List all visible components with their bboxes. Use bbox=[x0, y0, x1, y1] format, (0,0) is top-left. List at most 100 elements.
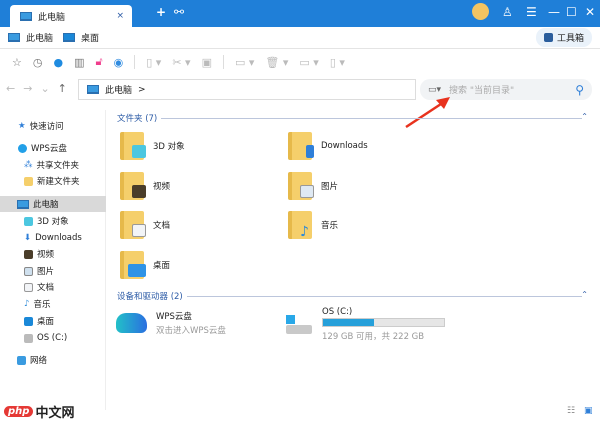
label: Downloads bbox=[35, 233, 82, 243]
maximize-icon[interactable]: ☐ bbox=[566, 5, 577, 19]
document-icon bbox=[24, 282, 33, 292]
breadcrumb-this-pc[interactable]: 此电脑 bbox=[105, 83, 132, 96]
rename-icon[interactable]: ▭ ▾ bbox=[299, 56, 318, 69]
breadcrumb-chevron[interactable]: > bbox=[138, 85, 146, 95]
sidebar-item-desktop[interactable]: 桌面 bbox=[24, 313, 54, 329]
cut-icon[interactable]: ✂ ▾ bbox=[172, 56, 190, 69]
desktop-icon bbox=[63, 33, 76, 42]
device-wps-cloud[interactable]: WPS云盘 双击进入WPS云盘 bbox=[116, 310, 226, 336]
bookmark-this-pc[interactable]: 此电脑 bbox=[26, 31, 53, 44]
label: 桌面 bbox=[37, 317, 55, 327]
sidebar-item-music[interactable]: ♪ 音乐 bbox=[24, 296, 50, 312]
minimize-icon[interactable]: — bbox=[548, 5, 560, 19]
paste-icon[interactable]: ▣ bbox=[202, 56, 212, 69]
folder-label: 图片 bbox=[321, 182, 339, 192]
wps-icon[interactable]: ● bbox=[53, 56, 63, 69]
folder-icon bbox=[24, 176, 33, 186]
copy-icon[interactable]: ▯ ▾ bbox=[146, 56, 161, 69]
toolbox-button[interactable]: 工具箱 bbox=[536, 28, 592, 47]
folder-icon bbox=[288, 132, 314, 160]
cloud-icon bbox=[18, 143, 27, 153]
drive-usage-fill bbox=[323, 319, 374, 326]
star-icon: ★ bbox=[18, 121, 26, 131]
sidebar-item-new-folder[interactable]: 新建文件夹 bbox=[24, 173, 80, 189]
folder-label: Downloads bbox=[321, 141, 368, 151]
bookmark-desktop[interactable]: 桌面 bbox=[81, 31, 99, 44]
sidebar-item-pictures[interactable]: 图片 bbox=[24, 263, 54, 279]
forward-icon[interactable]: → bbox=[23, 82, 32, 95]
label: WPS云盘 bbox=[31, 144, 67, 154]
folder-downloads[interactable]: Downloads bbox=[288, 132, 368, 160]
folders-section-header[interactable]: 文件夹 (7) bbox=[117, 112, 582, 124]
devices-section-header[interactable]: 设备和驱动器 (2) bbox=[117, 290, 582, 302]
back-icon[interactable]: ← bbox=[6, 82, 15, 95]
watermark-logo: php 中文网 bbox=[4, 402, 74, 421]
details-view-icon[interactable]: ☷ bbox=[567, 406, 575, 416]
cube-icon bbox=[24, 216, 33, 226]
picture-icon bbox=[24, 266, 33, 276]
label: 网络 bbox=[30, 356, 48, 366]
sidebar: ★ 快速访问 WPS云盘 ⁂ 共享文件夹 新建文件夹 此电脑 3D 对象 ⬇ Down… bbox=[0, 110, 106, 410]
sidebar-item-os-c[interactable]: OS (C:) bbox=[24, 330, 67, 346]
desktop-icon bbox=[24, 316, 33, 326]
label: 此电脑 bbox=[33, 200, 59, 210]
folder-icon bbox=[120, 211, 146, 239]
sidebar-item-this-pc[interactable]: 此电脑 bbox=[0, 196, 106, 212]
menu-icon[interactable]: ☰ bbox=[526, 5, 537, 19]
folder-icon bbox=[288, 172, 314, 200]
drive-usage-bar bbox=[322, 318, 445, 327]
drive-icon bbox=[24, 333, 33, 343]
sidebar-item-3d-objects[interactable]: 3D 对象 bbox=[24, 213, 69, 229]
new-folder-icon[interactable]: ▭ ▾ bbox=[235, 56, 254, 69]
avatar[interactable] bbox=[472, 3, 489, 20]
collapse-icon[interactable]: ⌃ bbox=[581, 112, 588, 121]
sidebar-item-videos[interactable]: 视频 bbox=[24, 246, 54, 262]
folder-desktop[interactable]: 桌面 bbox=[120, 251, 170, 279]
label: 图片 bbox=[37, 267, 55, 277]
recent-icon[interactable]: ⌄ bbox=[40, 82, 49, 95]
label: 视频 bbox=[37, 250, 55, 260]
new-tab-button[interactable]: + bbox=[156, 5, 166, 19]
sidebar-item-shared-folder[interactable]: ⁂ 共享文件夹 bbox=[24, 157, 79, 173]
close-window-icon[interactable]: ✕ bbox=[585, 5, 595, 19]
drive-c-icon bbox=[286, 315, 314, 335]
sidebar-item-wps-cloud[interactable]: WPS云盘 bbox=[18, 140, 67, 156]
cloud-icon bbox=[116, 313, 147, 333]
search-icon[interactable]: ⚲ bbox=[575, 83, 584, 97]
nav-buttons: ← → ⌄ ↑ bbox=[6, 82, 67, 95]
lock-icon[interactable]: 🔓︎ bbox=[96, 55, 103, 69]
drive-free-text: 129 GB 可用，共 222 GB bbox=[322, 332, 425, 342]
sidebar-item-network[interactable]: 网络 bbox=[17, 352, 47, 368]
divider bbox=[186, 295, 582, 297]
delete-icon[interactable]: 🗑︎ ▾ bbox=[265, 56, 288, 69]
sidebar-item-quick-access[interactable]: ★ 快速访问 bbox=[18, 118, 64, 134]
history-icon[interactable]: ◷ bbox=[33, 56, 43, 69]
music-icon: ♪ bbox=[24, 299, 30, 309]
sidebar-item-documents[interactable]: 文档 bbox=[24, 279, 54, 295]
folder-documents[interactable]: 文档 bbox=[120, 211, 170, 239]
new-tab-link-icon[interactable]: ⚯ bbox=[174, 5, 184, 19]
label: 新建文件夹 bbox=[37, 177, 80, 187]
skin-icon[interactable]: ♙ bbox=[502, 5, 513, 19]
divider bbox=[222, 55, 224, 69]
folder-label: 视频 bbox=[153, 182, 171, 192]
red-arrow-annotation bbox=[405, 97, 450, 129]
sidebar-item-downloads[interactable]: ⬇ Downloads bbox=[24, 230, 82, 246]
star-icon[interactable]: ☆ bbox=[12, 56, 22, 69]
folder-pictures[interactable]: 图片 bbox=[288, 172, 338, 200]
folder-icon bbox=[120, 251, 146, 279]
address-bar[interactable]: 此电脑 > bbox=[78, 79, 416, 100]
eye-icon[interactable]: ◉ bbox=[114, 56, 124, 69]
tab-this-pc[interactable]: 此电脑 × bbox=[10, 5, 132, 27]
layout-icon[interactable]: ▥ bbox=[74, 56, 84, 69]
collapse-icon[interactable]: ⌃ bbox=[581, 290, 588, 299]
folder-videos[interactable]: 视频 bbox=[120, 172, 170, 200]
drive-c-label[interactable]: OS (C:) bbox=[322, 307, 352, 317]
up-icon[interactable]: ↑ bbox=[58, 82, 67, 95]
folder-music[interactable]: ♪ 音乐 bbox=[288, 211, 338, 240]
large-icons-view-icon[interactable]: ▣ bbox=[584, 406, 593, 416]
properties-icon[interactable]: ▯ ▾ bbox=[330, 56, 345, 69]
close-tab-icon[interactable]: × bbox=[116, 11, 124, 21]
folder-3d-objects[interactable]: 3D 对象 bbox=[120, 132, 185, 160]
label: 音乐 bbox=[33, 300, 51, 310]
